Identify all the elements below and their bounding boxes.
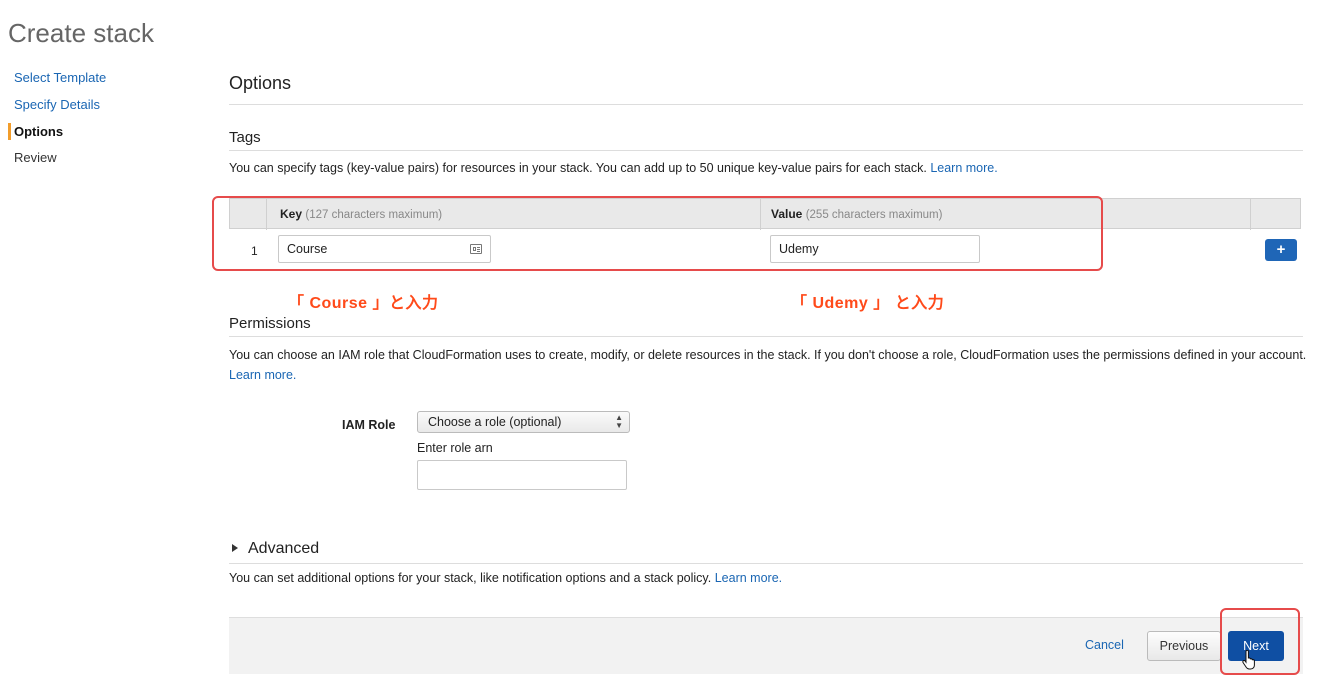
divider: [229, 150, 1303, 151]
iam-role-select-value: Choose a role (optional): [428, 415, 562, 429]
advanced-description: You can set additional options for your …: [229, 568, 1303, 588]
active-step-indicator: [8, 123, 11, 140]
role-arn-input[interactable]: [417, 460, 627, 490]
hand-cursor-icon: [1242, 650, 1255, 670]
highlight-box-tags: [212, 196, 1103, 271]
cancel-link[interactable]: Cancel: [1085, 638, 1124, 652]
iam-role-select[interactable]: Choose a role (optional) ▲ ▼: [417, 411, 630, 433]
advanced-learn-more-link[interactable]: Learn more.: [715, 571, 782, 585]
page-title: Create stack: [8, 18, 154, 48]
permissions-description-text: You can choose an IAM role that CloudFor…: [229, 348, 1307, 362]
permissions-description: You can choose an IAM role that CloudFor…: [229, 345, 1309, 385]
footer-bar: [229, 617, 1303, 674]
caret-right-icon: [232, 544, 238, 552]
nav-item-specify-details[interactable]: Specify Details: [14, 97, 100, 112]
select-arrows-icon: ▲ ▼: [615, 413, 623, 430]
role-arn-label: Enter role arn: [417, 441, 493, 455]
nav-item-options: Options: [14, 124, 64, 139]
column-divider: [1250, 199, 1251, 230]
tags-description: You can specify tags (key-value pairs) f…: [229, 158, 1303, 178]
divider: [229, 104, 1303, 105]
divider: [229, 563, 1303, 564]
nav-item-review: Review: [14, 150, 57, 165]
tags-description-text: You can specify tags (key-value pairs) f…: [229, 161, 927, 175]
divider: [229, 336, 1303, 337]
tags-title: Tags: [229, 129, 261, 146]
add-tag-button[interactable]: +: [1265, 239, 1297, 261]
advanced-description-text: You can set additional options for your …: [229, 571, 712, 585]
nav-item-select-template[interactable]: Select Template: [14, 70, 106, 85]
permissions-learn-more-link[interactable]: Learn more.: [229, 368, 296, 382]
previous-button[interactable]: Previous: [1147, 631, 1221, 661]
options-title: Options: [229, 73, 292, 93]
annotation-udemy: 「 Udemy 」 と入力: [791, 295, 945, 312]
advanced-title: Advanced: [248, 540, 320, 557]
iam-role-label: IAM Role: [342, 418, 396, 432]
highlight-box-next: [1220, 608, 1300, 675]
annotation-course: 「 Course 」と入力: [288, 295, 439, 312]
tags-learn-more-link[interactable]: Learn more.: [930, 161, 997, 175]
permissions-title: Permissions: [229, 315, 311, 332]
advanced-toggle[interactable]: Advanced: [232, 540, 319, 558]
